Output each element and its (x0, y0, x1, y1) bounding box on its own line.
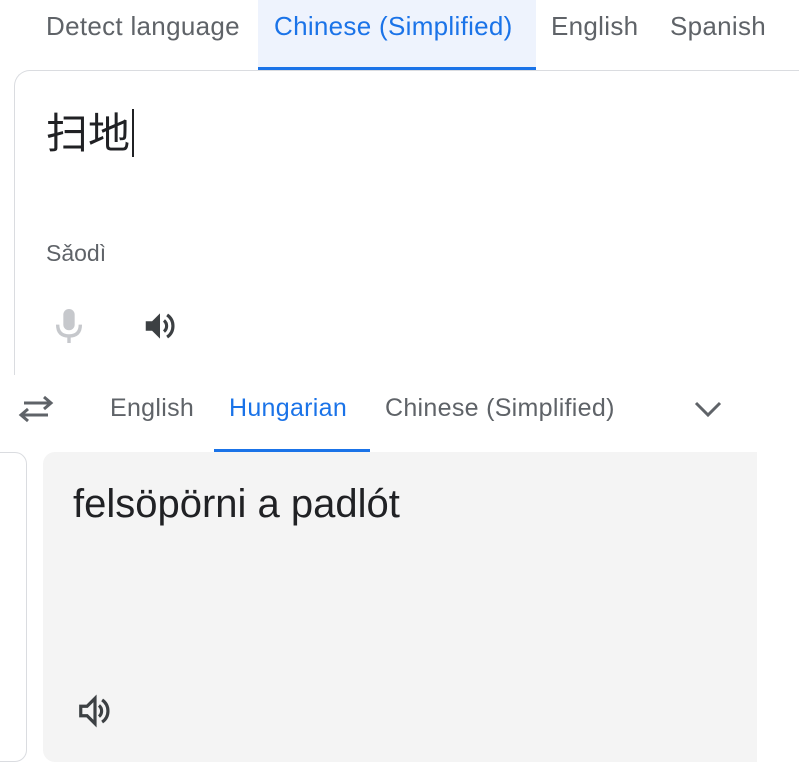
tab-label: Detect language (46, 11, 240, 41)
swap-icon (18, 395, 54, 423)
translation-text: felsöpörni a padlót (73, 482, 400, 526)
tab-chinese-simplified-source[interactable]: Chinese (Simplified) (258, 0, 536, 70)
text-caret (132, 109, 135, 157)
tab-english-target[interactable]: English (110, 380, 194, 452)
tab-label: English (110, 394, 195, 422)
tab-chinese-simplified-target[interactable]: Chinese (Simplified) (385, 380, 615, 452)
tab-english-source[interactable]: English (551, 0, 638, 70)
tab-label: Spanish (670, 11, 767, 41)
source-transliteration: Sǎodì (46, 240, 107, 266)
mic-button[interactable] (45, 302, 93, 350)
source-text: 扫地 (46, 109, 131, 158)
speaker-icon (79, 694, 110, 728)
speaker-icon (145, 313, 175, 339)
tab-hungarian-target[interactable]: Hungarian (214, 380, 370, 452)
tab-detect-language[interactable]: Detect language (46, 0, 240, 70)
source-input[interactable]: 扫地 (46, 100, 135, 161)
tab-label: Hungarian (229, 394, 348, 422)
chevron-down-icon (694, 401, 722, 418)
tab-label: Chinese (Simplified) (385, 394, 615, 422)
more-target-languages-button[interactable] (684, 385, 732, 433)
mic-icon (55, 309, 83, 343)
listen-source-button[interactable] (136, 302, 184, 350)
side-panel-edge (0, 452, 27, 762)
tab-label: English (551, 11, 639, 41)
swap-languages-button[interactable] (14, 387, 58, 431)
listen-translation-button[interactable] (71, 687, 119, 735)
tab-label: Chinese (Simplified) (274, 11, 513, 41)
tab-spanish-source[interactable]: Spanish (670, 0, 766, 70)
